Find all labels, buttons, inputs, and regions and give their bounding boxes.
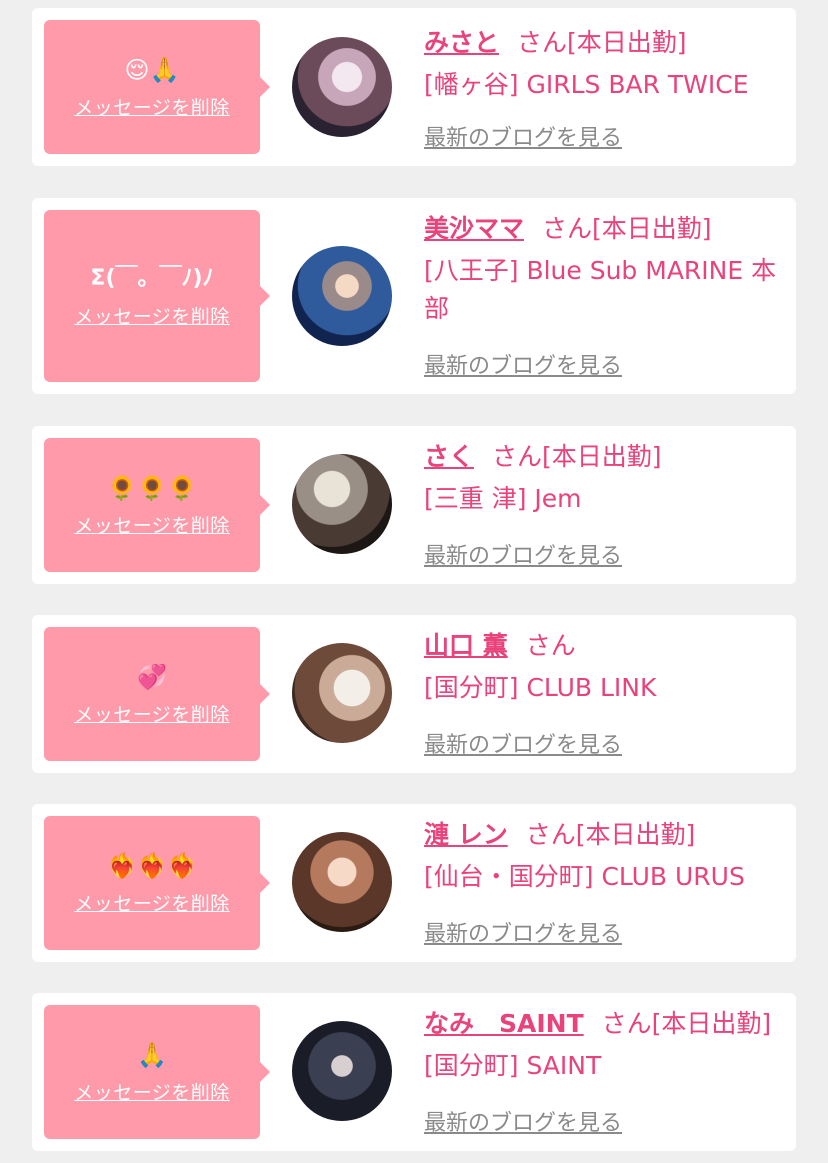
cast-name-link[interactable]: 漣 レン — [424, 820, 508, 849]
cast-status: さん[本日出勤] — [517, 28, 687, 57]
cast-status: さん — [525, 631, 576, 660]
view-blog-link[interactable]: 最新のブログを見る — [424, 120, 622, 152]
view-blog-link[interactable]: 最新のブログを見る — [424, 727, 622, 759]
message-text: 🌻🌻🌻 — [107, 473, 197, 502]
message-bubble: 🙏 メッセージを削除 — [44, 1005, 270, 1139]
list-item: 🌻🌻🌻 メッセージを削除 さく さん[本日出勤] [三重 津] Jem 最新のブロ… — [32, 426, 796, 584]
avatar[interactable] — [292, 454, 392, 554]
message-bubble: 😌🙏 メッセージを削除 — [44, 20, 270, 154]
view-blog-link[interactable]: 最新のブログを見る — [424, 1105, 622, 1137]
message-bubble: 💞 メッセージを削除 — [44, 627, 270, 761]
list-item: 💞 メッセージを削除 山口 薫さん [国分町] CLUB LINK 最新のブログ… — [32, 615, 796, 773]
message-list: 😌🙏 メッセージを削除 みさと さん[本日出勤] [幡ヶ谷] GIRLS BAR … — [0, 0, 828, 1163]
cast-name-link[interactable]: さく — [424, 442, 474, 471]
cast-name-link[interactable]: みさと — [424, 28, 499, 57]
avatar[interactable] — [292, 37, 392, 137]
list-item: 🙏 メッセージを削除 なみ SAINT さん[本日出勤] [国分町] SAINT … — [32, 993, 796, 1151]
delete-message-link[interactable]: メッセージを削除 — [74, 511, 230, 538]
avatar[interactable] — [292, 246, 392, 346]
message-text: Σ(￣。￣ﾉ)ﾉ — [90, 265, 214, 291]
view-blog-link[interactable]: 最新のブログを見る — [424, 916, 622, 948]
delete-message-link[interactable]: メッセージを削除 — [74, 302, 230, 329]
cast-name-link[interactable]: なみ SAINT — [424, 1009, 584, 1038]
shop-name: [八王子] Blue Sub MARINE 本部 — [424, 256, 777, 323]
shop-name: [国分町] CLUB LINK — [424, 673, 657, 702]
message-text: 🙏 — [137, 1040, 167, 1069]
cast-status: さん[本日出勤] — [525, 820, 696, 849]
avatar[interactable] — [292, 643, 392, 743]
shop-name: [国分町] SAINT — [424, 1051, 602, 1080]
view-blog-link[interactable]: 最新のブログを見る — [424, 348, 622, 380]
cast-name-link[interactable]: 山口 薫 — [424, 631, 508, 660]
cast-status: さん[本日出勤] — [601, 1009, 772, 1038]
view-blog-link[interactable]: 最新のブログを見る — [424, 538, 622, 570]
message-bubble: Σ(￣。￣ﾉ)ﾉ メッセージを削除 — [44, 210, 270, 382]
avatar[interactable] — [292, 832, 392, 932]
list-item: ❤️‍🔥❤️‍🔥❤️‍🔥 メッセージを削除 漣 レン さん[本日出勤] [仙台・国… — [32, 804, 796, 962]
delete-message-link[interactable]: メッセージを削除 — [74, 889, 230, 916]
avatar[interactable] — [292, 1021, 392, 1121]
delete-message-link[interactable]: メッセージを削除 — [74, 1078, 230, 1105]
cast-name-link[interactable]: 美沙ママ — [424, 214, 524, 243]
cast-status: さん[本日出勤] — [492, 442, 662, 471]
list-item: Σ(￣。￣ﾉ)ﾉ メッセージを削除 美沙ママ さん[本日出勤] [八王子] Blu… — [32, 198, 796, 394]
shop-name: [幡ヶ谷] GIRLS BAR TWICE — [424, 70, 749, 99]
shop-name: [三重 津] Jem — [424, 484, 582, 513]
message-text: 😌🙏 — [124, 55, 180, 84]
message-bubble: 🌻🌻🌻 メッセージを削除 — [44, 438, 270, 572]
message-text: 💞 — [137, 662, 167, 691]
delete-message-link[interactable]: メッセージを削除 — [74, 700, 230, 727]
list-item: 😌🙏 メッセージを削除 みさと さん[本日出勤] [幡ヶ谷] GIRLS BAR … — [32, 8, 796, 166]
cast-status: さん[本日出勤] — [542, 214, 712, 243]
shop-name: [仙台・国分町] CLUB URUS — [424, 862, 745, 891]
message-text: ❤️‍🔥❤️‍🔥❤️‍🔥 — [107, 851, 197, 880]
message-bubble: ❤️‍🔥❤️‍🔥❤️‍🔥 メッセージを削除 — [44, 816, 270, 950]
delete-message-link[interactable]: メッセージを削除 — [74, 93, 230, 120]
